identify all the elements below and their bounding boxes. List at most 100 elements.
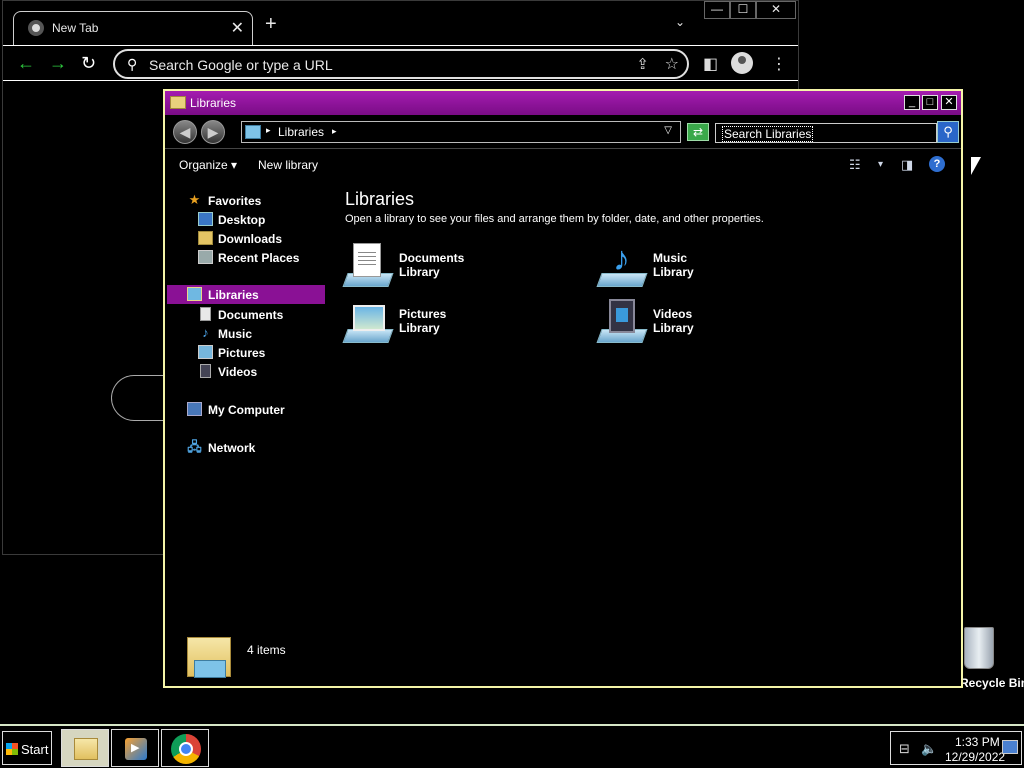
search-icon[interactable]: ⚲ [937,121,959,143]
chrome-maximize-button[interactable]: ☐ [730,1,756,19]
back-arrow-icon[interactable]: ← [17,52,35,74]
chrome-tab-strip: New Tab ✕ + ⌄ — ☐ ✕ [3,1,798,45]
content-subtitle: Open a library to see your files and arr… [345,213,764,225]
library-videos[interactable]: Videos Library [596,299,799,345]
pictures-icon [198,345,213,359]
nav-back-button[interactable]: ◀ [173,120,197,144]
nav-item-music[interactable]: ♪ Music [167,324,325,343]
media-player-icon [125,738,147,760]
chrome-tab-new-tab[interactable]: New Tab ✕ [13,11,253,45]
library-pictures[interactable]: Pictures Library [342,299,545,345]
start-label: Start [21,742,49,757]
nav-label: Favorites [208,194,262,208]
item-count: 4 items [247,643,286,657]
documents-library-icon [342,243,394,289]
recent-places-icon [198,250,213,264]
details-pane: 4 items [165,619,961,686]
start-button[interactable]: Start [2,731,52,765]
libraries-icon [187,287,202,301]
nav-forward-button[interactable]: ▶ [201,120,225,144]
command-bar: Organize ▾ New library ☷ ▾ ◨ ? [165,150,961,180]
nav-item-network[interactable]: 🖧 Network [167,438,325,457]
chrome-close-button[interactable]: ✕ [756,1,796,19]
volume-icon[interactable]: 🔈 [921,741,937,757]
library-name: Documents Library [399,251,465,279]
nav-item-my-computer[interactable]: My Computer [167,400,325,419]
library-documents[interactable]: Documents Library [342,243,545,289]
omnibox-placeholder[interactable]: Search Google or type a URL [149,57,333,73]
preview-pane-icon[interactable]: ◨ [901,157,913,173]
recycle-bin-desktop-icon[interactable]: Recycle Bin [960,627,1024,693]
explorer-close-button[interactable]: ✕ [941,95,957,110]
search-placeholder[interactable]: Search Libraries [722,126,814,142]
nav-item-libraries[interactable]: Libraries [167,285,325,304]
profile-avatar-icon[interactable] [731,52,753,74]
recycle-bin-label: Recycle Bin [960,676,1024,690]
taskbar-chrome-button[interactable] [161,729,209,767]
tab-title: New Tab [52,21,99,35]
explorer-maximize-button[interactable]: □ [922,95,938,110]
clock-time[interactable]: 1:33 PM [955,735,1000,749]
refresh-button[interactable]: ⇄ [687,123,709,141]
address-dropdown-icon[interactable]: ▽ [664,125,672,136]
music-library-icon: ♪ [596,241,648,289]
nav-item-videos[interactable]: Videos [167,362,325,381]
breadcrumb-arrow-icon[interactable]: ▸ [332,126,337,137]
breadcrumb-arrow-icon[interactable]: ▸ [266,125,271,136]
new-library-button[interactable]: New library [258,158,318,172]
nav-item-documents[interactable]: Documents [167,305,325,324]
breadcrumb-libraries[interactable]: Libraries [278,125,324,139]
nav-label: My Computer [208,403,285,417]
nav-item-favorites[interactable]: ★ Favorites [167,191,325,210]
omnibox[interactable]: ⚲ Search Google or type a URL ⇪ ☆ [113,49,689,79]
network-tray-icon[interactable]: ⊟ [899,741,910,757]
chrome-icon [171,734,201,764]
address-bar[interactable]: ▸ Libraries ▸ ▽ [241,121,681,143]
nav-item-desktop[interactable]: Desktop [167,210,325,229]
library-name: Pictures Library [399,307,447,335]
document-icon [200,307,211,321]
navigation-pane: ★ Favorites Desktop Downloads Recent Pla… [167,187,325,567]
nav-item-pictures[interactable]: Pictures [167,343,325,362]
chrome-toolbar: ← → ↻ ⚲ Search Google or type a URL ⇪ ☆ … [3,45,798,81]
ntp-search-box-fragment[interactable] [111,375,171,421]
mouse-cursor-icon [971,157,981,175]
windows-logo-icon [6,743,18,755]
organize-button[interactable]: Organize ▾ [179,158,237,172]
chrome-favicon-icon [28,20,44,36]
nav-item-recent-places[interactable]: Recent Places [167,248,325,267]
nav-label: Desktop [218,213,266,227]
library-name: Videos Library [653,307,694,335]
tab-close-icon[interactable]: ✕ [231,18,244,38]
search-input[interactable]: Search Libraries [715,123,937,143]
explorer-title-bar[interactable]: Libraries _ □ ✕ [165,91,961,115]
network-icon: 🖧 [187,439,202,454]
change-view-icon[interactable]: ☷ [849,157,861,173]
new-tab-button[interactable]: + [265,14,277,34]
nav-label: Pictures [218,346,266,360]
address-bar-row: ◀ ▶ ▸ Libraries ▸ ▽ ⇄ Search Libraries ⚲ [165,115,961,149]
search-icon: ⚲ [127,56,138,72]
nav-item-downloads[interactable]: Downloads [167,229,325,248]
help-icon[interactable]: ? [929,156,945,172]
nav-label: Network [208,441,256,455]
chrome-menu-icon[interactable]: ⋮ [771,54,787,74]
nav-label: Documents [218,308,284,322]
view-options-chevron-icon[interactable]: ▾ [878,159,883,170]
reload-icon[interactable]: ↻ [81,52,96,74]
explorer-window: Libraries _ □ ✕ ◀ ▶ ▸ Libraries ▸ ▽ ⇄ Se… [163,89,963,688]
explorer-minimize-button[interactable]: _ [904,95,920,110]
side-panel-icon[interactable]: ◧ [703,54,718,74]
clock-date[interactable]: 12/29/2022 [945,750,1005,764]
taskbar-explorer-button[interactable] [61,729,109,767]
tab-search-chevron-icon[interactable]: ⌄ [675,15,685,29]
computer-icon [187,402,202,416]
nav-label: Recent Places [218,251,300,265]
show-desktop-icon[interactable] [1002,740,1018,754]
taskbar-media-player-button[interactable] [111,729,159,767]
library-music[interactable]: ♪ Music Library [596,241,799,289]
chrome-minimize-button[interactable]: — [704,1,730,19]
share-icon[interactable]: ⇪ [636,55,649,73]
forward-arrow-icon[interactable]: → [49,52,67,74]
bookmark-star-icon[interactable]: ☆ [665,54,679,74]
